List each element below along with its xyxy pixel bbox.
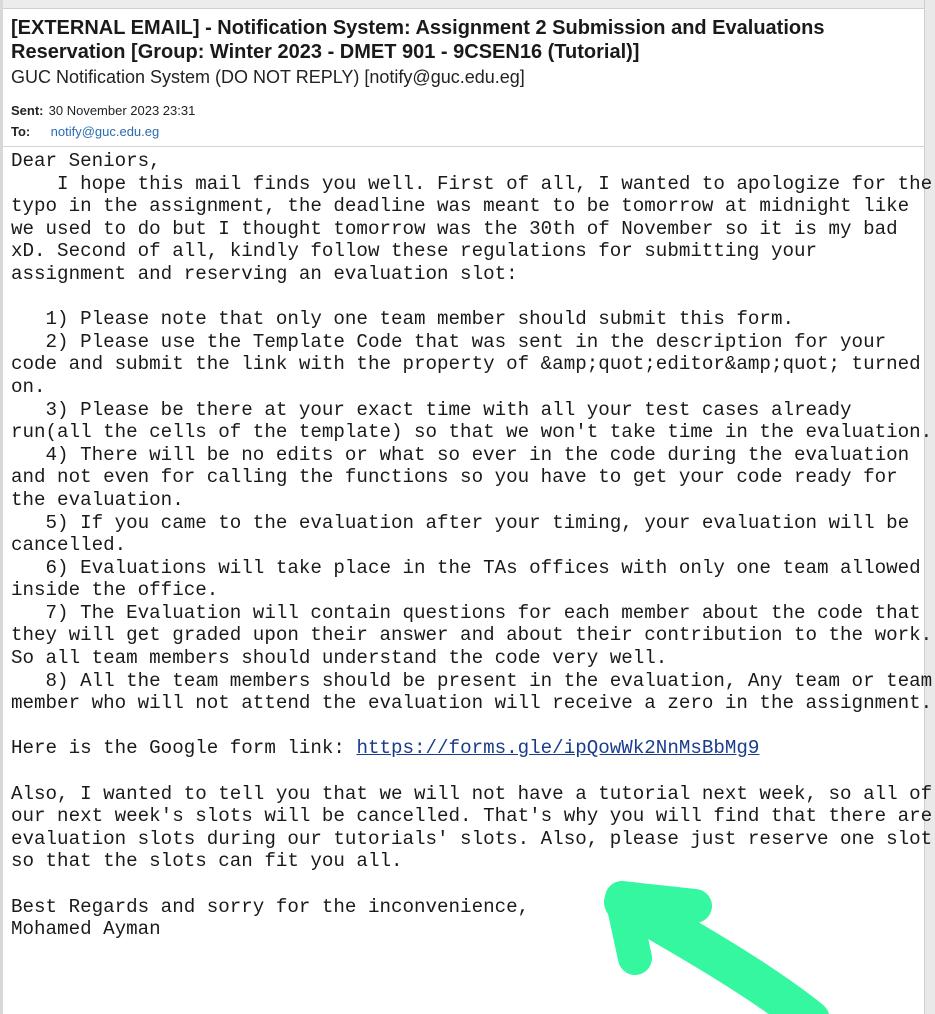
intro-line-4: xD. Second of all, kindly follow these r… (11, 240, 818, 263)
rule-line: 1) Please note that only one team member… (11, 308, 794, 331)
left-border (0, 0, 3, 1014)
email-body: Dear Seniors, I hope this mail finds you… (11, 150, 932, 941)
intro-line-5: assignment and reserving an evaluation s… (11, 262, 518, 285)
email-header: [EXTERNAL EMAIL] - Notification System: … (11, 16, 911, 89)
rule-line: member who will not attend the evaluatio… (11, 692, 933, 715)
also-line-1: Also, I wanted to tell you that we will … (11, 782, 933, 805)
closing: Best Regards and sorry for the inconveni… (11, 895, 530, 918)
rule-line: they will get graded upon their answer a… (11, 624, 933, 647)
rule-line: 8) All the team members should be presen… (11, 669, 933, 692)
intro-line-3: we used to do but I thought tomorrow was… (11, 217, 898, 240)
email-meta: Sent: 30 November 2023 23:31 To: notify@… (11, 100, 195, 142)
rule-line: cancelled. (11, 534, 127, 557)
window-top-strip (0, 0, 935, 9)
rule-line: 5) If you came to the evaluation after y… (11, 511, 910, 534)
rule-line: 3) Please be there at your exact time wi… (11, 398, 852, 421)
rule-line: 4) There will be no edits or what so eve… (11, 443, 910, 466)
form-link-prefix: Here is the Google form link: (11, 737, 357, 760)
email-sender: GUC Notification System (DO NOT REPLY) [… (11, 67, 525, 87)
google-form-link[interactable]: https://forms.gle/ipQowWk2NnMsBbMg9 (356, 737, 759, 759)
to-recipient-link[interactable]: notify@guc.edu.eg (51, 124, 160, 139)
rule-line: 7) The Evaluation will contain questions… (11, 601, 921, 624)
signature: Mohamed Ayman (11, 918, 161, 941)
rule-line: the evaluation. (11, 488, 184, 511)
subject-line-2: Reservation [Group: Winter 2023 - DMET 9… (11, 41, 640, 63)
rule-line: run(all the cells of the template) so th… (11, 421, 933, 444)
sent-row: Sent: 30 November 2023 23:31 (11, 100, 195, 121)
rule-line: inside the office. (11, 579, 219, 602)
also-line-3: evaluation slots during our tutorials' s… (11, 827, 933, 850)
email-subject: [EXTERNAL EMAIL] - Notification System: … (11, 16, 911, 64)
rule-line: 6) Evaluations will take place in the TA… (11, 556, 921, 579)
rule-line: 2) Please use the Template Code that was… (11, 330, 887, 353)
subject-line-1: [EXTERNAL EMAIL] - Notification System: … (11, 17, 825, 39)
rule-line: on. (11, 375, 46, 398)
also-line-2: our next week's slots will be cancelled.… (11, 805, 933, 828)
greeting: Dear Seniors, (11, 150, 161, 172)
to-row: To: notify@guc.edu.eg (11, 121, 195, 142)
sent-label: Sent: (11, 103, 44, 118)
arrow-annotation-icon (604, 881, 829, 1014)
header-divider (3, 146, 925, 147)
sent-value: 30 November 2023 23:31 (48, 103, 196, 118)
rule-line: So all team members should understand th… (11, 647, 668, 670)
intro-line-1: I hope this mail finds you well. First o… (11, 172, 933, 195)
rule-line: and not even for calling the functions s… (11, 466, 898, 489)
also-line-4: so that the slots can fit you all. (11, 850, 403, 873)
rule-line: code and submit the link with the proper… (11, 353, 921, 376)
to-label: To: (11, 124, 31, 139)
intro-line-2: typo in the assignment, the deadline was… (11, 195, 910, 218)
